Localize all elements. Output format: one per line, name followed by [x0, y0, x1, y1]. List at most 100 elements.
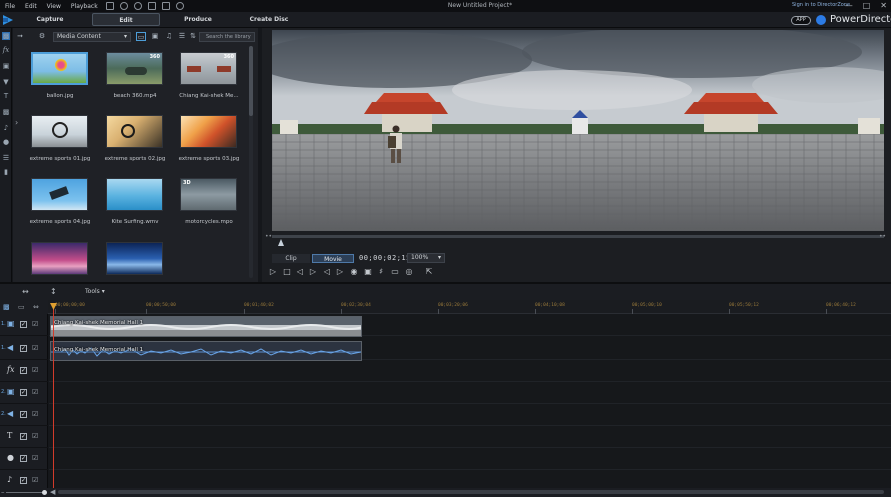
- chapter-room-icon[interactable]: ☰: [2, 154, 10, 162]
- split-icon[interactable]: ↕: [50, 287, 57, 296]
- stop-icon[interactable]: □: [282, 267, 292, 277]
- timeline-audio-clip[interactable]: Chiang Kai-shek Memorial Hall 1: [50, 341, 362, 361]
- view-mode-icon[interactable]: ▭: [390, 267, 400, 277]
- filter-video-icon[interactable]: ▭: [136, 32, 146, 41]
- timeline-zoom-knob[interactable]: [42, 490, 47, 495]
- preview-scrub-bar[interactable]: [272, 235, 884, 238]
- preview-zoom-select[interactable]: 100%: [407, 253, 445, 263]
- pip-room-icon[interactable]: ▣: [2, 62, 10, 70]
- track-header-audio-2[interactable]: 2. ◀ ✓ ☑: [0, 404, 48, 426]
- lock-icon[interactable]: ☑: [32, 410, 38, 418]
- scroll-left-icon[interactable]: ◀: [50, 488, 55, 496]
- library-thumb-chiang-kai-shek[interactable]: 360: [180, 52, 237, 85]
- menu-edit[interactable]: Edit: [20, 3, 42, 10]
- track-enable-checkbox[interactable]: ✓: [20, 477, 27, 484]
- library-thumb-balloon[interactable]: [31, 52, 88, 85]
- previous-frame-icon[interactable]: ◁: [295, 267, 305, 277]
- snapshot-icon[interactable]: ◉: [349, 267, 359, 277]
- menu-file[interactable]: File: [0, 3, 20, 10]
- track-enable-checkbox[interactable]: ✓: [20, 345, 27, 352]
- import-icon[interactable]: ➞: [15, 32, 25, 41]
- fast-forward-icon[interactable]: ▷: [335, 267, 345, 277]
- lane-fx[interactable]: [49, 360, 891, 382]
- library-thumb-extreme03[interactable]: [180, 115, 237, 148]
- lock-icon[interactable]: ☑: [32, 344, 38, 352]
- library-thumb-motorcycles[interactable]: 3D: [180, 178, 237, 211]
- filter-audio-icon[interactable]: ♫: [164, 32, 174, 41]
- lane-title[interactable]: [49, 426, 891, 448]
- tab-create-disc[interactable]: Create Disc: [238, 13, 300, 26]
- preview-scrub-handle[interactable]: [278, 239, 284, 246]
- lane-video-2[interactable]: [49, 382, 891, 404]
- transition-room-icon[interactable]: ▩: [2, 108, 10, 116]
- menu-view[interactable]: View: [42, 3, 66, 10]
- library-thumb-flowers[interactable]: [31, 242, 88, 275]
- track-manager-icon[interactable]: ↭: [22, 287, 29, 296]
- maximize-icon[interactable]: □: [863, 1, 871, 10]
- library-thumb-extreme01[interactable]: [31, 115, 88, 148]
- particle-room-icon[interactable]: ▼: [2, 78, 10, 86]
- preview-quality-icon[interactable]: ▣: [363, 267, 373, 277]
- settings-icon[interactable]: [175, 2, 184, 10]
- track-header-video-1[interactable]: 1. ▣ ✓ ☑: [0, 314, 48, 336]
- tools-menu[interactable]: Tools ▾: [85, 288, 105, 295]
- lock-icon[interactable]: ☑: [32, 388, 38, 396]
- library-thumb-lake[interactable]: [106, 242, 163, 275]
- library-thumb-extreme04[interactable]: [31, 178, 88, 211]
- next-frame-icon[interactable]: ▷: [308, 267, 318, 277]
- zoom-fit-icon[interactable]: ⇔: [33, 303, 39, 311]
- timeline-video-clip[interactable]: Chiang Kai-shek Memorial Hall 1: [50, 316, 362, 337]
- tab-produce[interactable]: Produce: [168, 13, 228, 26]
- play-icon[interactable]: ▷: [268, 267, 278, 277]
- subtitle-room-icon[interactable]: ▮: [2, 168, 10, 176]
- plugin-icon[interactable]: ⚙: [37, 32, 47, 41]
- library-thumb-beach360[interactable]: 360: [106, 52, 163, 85]
- lock-icon[interactable]: ☑: [32, 432, 38, 440]
- tab-capture[interactable]: Capture: [20, 13, 80, 26]
- filter-image-icon[interactable]: ▣: [150, 32, 160, 41]
- undo-icon[interactable]: [119, 2, 128, 10]
- view-options-icon[interactable]: ☰: [177, 32, 187, 41]
- signin-link[interactable]: Sign in to DirectorZone: [792, 2, 850, 8]
- track-header-fx[interactable]: fx ✓ ☑: [0, 360, 48, 382]
- sort-icon[interactable]: ⇅: [188, 32, 198, 41]
- redo-icon[interactable]: [133, 2, 142, 10]
- media-room-icon[interactable]: ▩: [2, 32, 10, 40]
- timeline-playhead[interactable]: [53, 304, 54, 488]
- track-enable-checkbox[interactable]: ✓: [20, 389, 27, 396]
- clip-mode-button[interactable]: Clip: [272, 254, 310, 263]
- track-enable-checkbox[interactable]: ✓: [20, 411, 27, 418]
- rewind-icon[interactable]: ◁: [322, 267, 332, 277]
- title-room-icon[interactable]: T: [2, 92, 10, 100]
- menu-playback[interactable]: Playback: [66, 3, 103, 10]
- timecode-display[interactable]: 00;00;02;15: [359, 254, 411, 262]
- fx-room-icon[interactable]: fx: [2, 46, 10, 54]
- track-enable-checkbox[interactable]: ✓: [20, 321, 27, 328]
- expand-library-icon[interactable]: ›: [15, 118, 18, 127]
- track-enable-checkbox[interactable]: ✓: [20, 367, 27, 374]
- lane-audio-2[interactable]: [49, 404, 891, 426]
- save-icon[interactable]: [105, 2, 114, 10]
- track-header-video-2[interactable]: 2. ▣ ✓ ☑: [0, 382, 48, 404]
- track-header-voice[interactable]: ● ✓ ☑: [0, 448, 48, 470]
- lock-icon[interactable]: ☑: [32, 476, 38, 484]
- track-enable-checkbox[interactable]: ✓: [20, 455, 27, 462]
- volume-icon[interactable]: ♯: [376, 267, 386, 277]
- lock-icon[interactable]: ☑: [32, 320, 38, 328]
- close-icon[interactable]: ✕: [880, 1, 887, 10]
- library-search-input[interactable]: Search the library: [199, 32, 255, 42]
- timeline-ruler[interactable]: 00;00;00;00 00;00;50;00 00;01;40;02 00;0…: [48, 300, 891, 314]
- library-scrollbar[interactable]: [249, 46, 253, 278]
- voice-over-icon[interactable]: ●: [2, 138, 10, 146]
- storyboard-icon[interactable]: ▭: [18, 303, 25, 311]
- library-thumb-extreme02[interactable]: [106, 115, 163, 148]
- window-icon[interactable]: [161, 2, 170, 10]
- lane-voice[interactable]: [49, 448, 891, 470]
- tab-edit[interactable]: Edit: [92, 13, 160, 26]
- preview-video-frame[interactable]: [272, 30, 884, 231]
- timeline-horizontal-scrollbar[interactable]: [58, 490, 884, 494]
- zoom-out-icon[interactable]: –: [1, 488, 5, 496]
- track-header-title[interactable]: T ✓ ☑: [0, 426, 48, 448]
- timeline-zoom-slider[interactable]: [6, 492, 42, 493]
- audio-mixing-icon[interactable]: ♪: [2, 124, 10, 132]
